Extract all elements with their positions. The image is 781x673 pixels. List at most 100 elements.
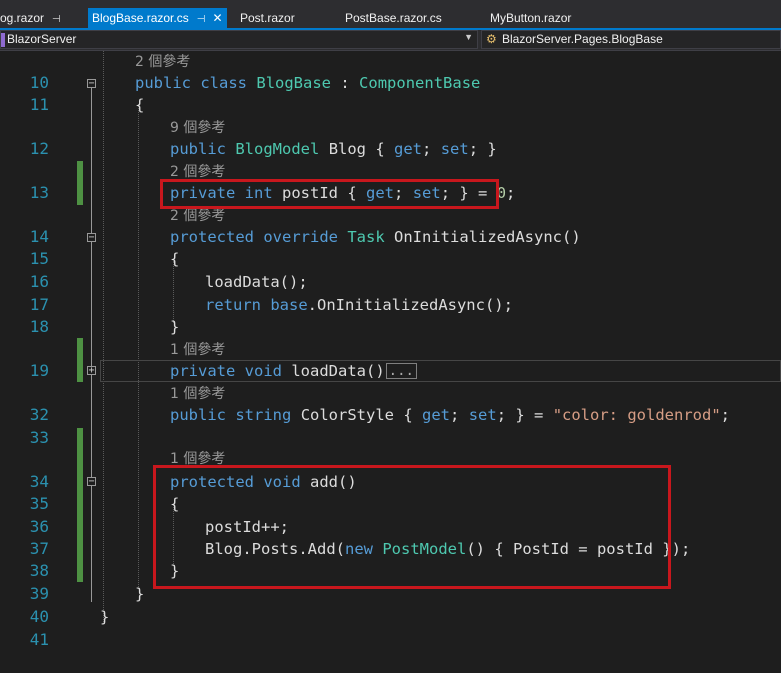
type-name: BlazorServer.Pages.BlogBase (502, 32, 663, 46)
token-punct: ; (506, 184, 516, 202)
codelens-references[interactable]: 9 個參考 (170, 118, 225, 138)
line-number: 37 (29, 539, 49, 558)
change-bar (77, 161, 83, 205)
line-number: 13 (29, 183, 49, 202)
change-bar (77, 428, 83, 582)
tab-label: Post.razor (240, 11, 295, 25)
token-type: BlogModel (235, 140, 320, 158)
token-keyword: get (422, 406, 451, 424)
token-keyword: void (244, 362, 282, 380)
token-keyword: return (205, 296, 261, 314)
tab-label: PostBase.razor.cs (345, 11, 442, 25)
tab-label: BlogBase.razor.cs (92, 11, 189, 25)
line-number: 33 (29, 428, 49, 447)
code-line-40[interactable]: } (100, 606, 109, 628)
type-dropdown[interactable]: ⚙ BlazorServer.Pages.BlogBase (481, 30, 781, 49)
token-keyword: override (263, 228, 338, 246)
token-keyword: public (170, 140, 226, 158)
line-number: 15 (29, 249, 49, 268)
token-punct: : (340, 74, 350, 92)
indent-guide (138, 104, 139, 589)
line-number: 40 (29, 607, 49, 626)
code-line-11[interactable]: { (135, 94, 144, 116)
token-punct: ; (422, 140, 441, 158)
code-line-39[interactable]: } (135, 583, 144, 605)
line-number: 34 (29, 472, 49, 491)
token-keyword: set (468, 406, 497, 424)
token-keyword: get (394, 140, 423, 158)
code-editor[interactable]: − − + − 10 11 12 13 14 15 16 17 18 19 32… (0, 51, 781, 673)
pin-icon[interactable]: ⊣ (197, 14, 206, 25)
collapsed-region-ellipsis[interactable]: ... (385, 363, 417, 379)
token-keyword: protected (170, 228, 254, 246)
token-string: "color: goldenrod" (552, 406, 721, 424)
navigation-bar: BlazorServer ▼ ⚙ BlazorServer.Pages.Blog… (0, 30, 781, 51)
token-keyword: public (170, 406, 226, 424)
token-keyword: public (135, 74, 191, 92)
token-type: ComponentBase (359, 74, 481, 92)
codelens-references[interactable]: 2 個參考 (135, 52, 190, 72)
tab-post-razor[interactable]: Post.razor (240, 8, 295, 29)
tab-label: MyButton.razor (490, 11, 572, 25)
pin-icon[interactable]: ⊣ (52, 14, 61, 25)
code-line-14[interactable]: protected override Task OnInitializedAsy… (170, 226, 581, 248)
line-number: 35 (29, 494, 49, 513)
code-line-18[interactable]: } (170, 316, 179, 338)
line-number: 36 (29, 517, 49, 536)
token-type: BlogBase (256, 74, 332, 92)
line-number: 38 (29, 561, 49, 580)
csharp-project-icon (1, 33, 5, 47)
line-number: 14 (29, 227, 49, 246)
token-ident: OnInitializedAsync() (394, 228, 581, 246)
collapse-icon[interactable]: − (87, 477, 96, 487)
line-number: 12 (29, 139, 49, 158)
token-type: Task (347, 228, 385, 246)
outline-line (91, 88, 92, 602)
tab-blogbase-razor-cs[interactable]: BlogBase.razor.cs ⊣ ✕ (88, 8, 227, 29)
line-number: 10 (29, 73, 49, 92)
code-line-12[interactable]: public BlogModel Blog { get; set; } (170, 138, 497, 160)
token-ident: .OnInitializedAsync(); (307, 296, 513, 314)
tab-og-razor[interactable]: og.razor ⊣ (0, 8, 61, 29)
expand-icon[interactable]: + (87, 366, 96, 376)
collapse-icon[interactable]: − (87, 233, 96, 243)
codelens-references[interactable]: 1 個參考 (170, 384, 225, 404)
token-keyword: base (270, 296, 308, 314)
codelens-references[interactable]: 2 個參考 (170, 206, 225, 226)
codelens-references[interactable]: 1 個參考 (170, 340, 225, 360)
line-number: 41 (29, 630, 49, 649)
project-dropdown[interactable]: BlazorServer ▼ (0, 30, 478, 49)
code-line-19[interactable]: private void loadData()... (170, 360, 417, 382)
code-line-15[interactable]: { (170, 248, 179, 270)
line-number: 19 (29, 361, 49, 380)
project-name: BlazorServer (7, 32, 77, 46)
tab-mybutton-razor[interactable]: MyButton.razor (490, 8, 571, 29)
token-ident: loadData() (291, 362, 385, 380)
code-line-17[interactable]: return base.OnInitializedAsync(); (205, 294, 513, 316)
highlight-box-add-method (153, 465, 671, 589)
indent-guide (103, 51, 104, 624)
code-line-10[interactable]: public class BlogBase : ComponentBase (135, 72, 480, 94)
token-keyword: private (170, 362, 236, 380)
token-keyword: set (440, 140, 469, 158)
line-number: 11 (29, 95, 49, 114)
token-punct: ; } = (496, 406, 553, 424)
token-ident: Blog { (328, 140, 395, 158)
line-number: 32 (29, 405, 49, 424)
token-keyword: string (235, 406, 292, 424)
close-icon[interactable]: ✕ (212, 11, 222, 25)
line-number: 18 (29, 317, 49, 336)
code-line-16[interactable]: loadData(); (205, 271, 308, 293)
highlight-box-postid (160, 179, 499, 209)
chevron-down-icon[interactable]: ▼ (464, 32, 473, 42)
class-icon: ⚙ (486, 32, 497, 46)
line-number: 16 (29, 272, 49, 291)
token-punct: ; (720, 406, 731, 424)
token-ident: ColorStyle { (300, 406, 423, 424)
code-line-32[interactable]: public string ColorStyle { get; set; } =… (170, 404, 730, 426)
token-punct: ; } (468, 140, 497, 158)
collapse-icon[interactable]: − (87, 79, 96, 89)
token-punct: ; (450, 406, 469, 424)
tab-postbase-razor-cs[interactable]: PostBase.razor.cs (345, 8, 442, 29)
line-number: 39 (29, 584, 49, 603)
